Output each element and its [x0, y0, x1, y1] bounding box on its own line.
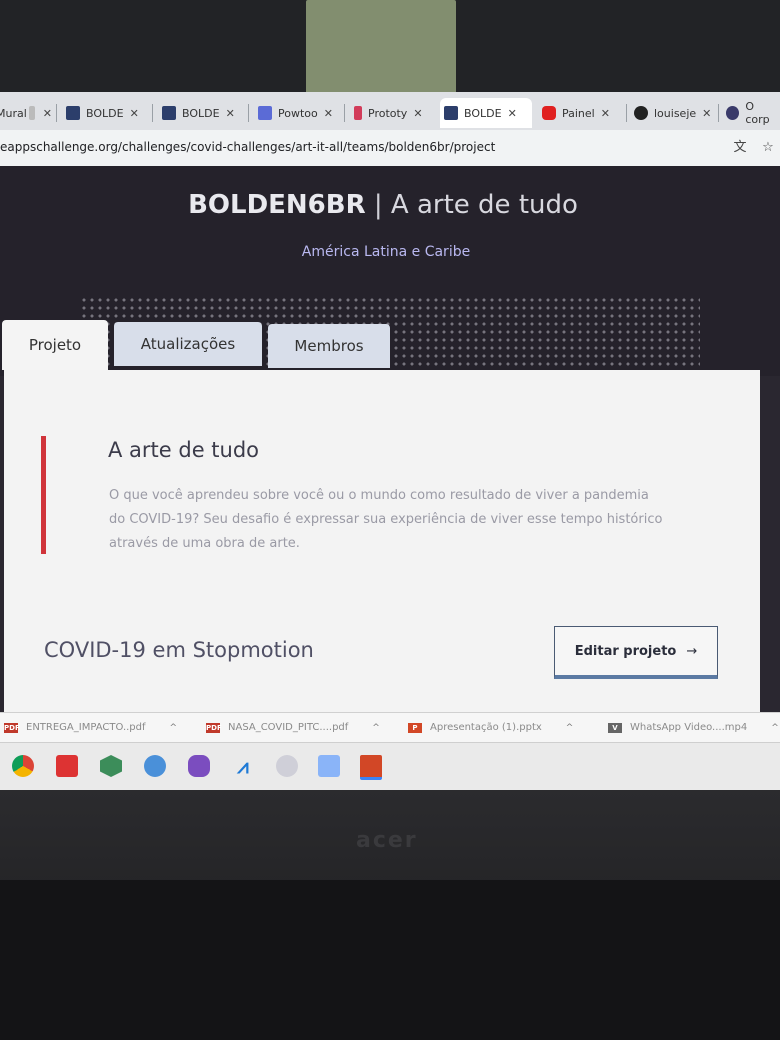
download-filename: Apresentação (1).pptx [430, 722, 542, 733]
tab-label: BOLDE [86, 106, 124, 120]
tab-membros[interactable]: Membros [268, 324, 390, 368]
browser-tab-bolden-1[interactable]: BOLDE ✕ [62, 98, 139, 128]
browser-tab-bolden-2[interactable]: BOLDE ✕ [158, 98, 235, 128]
project-name: COVID-19 em Stopmotion [44, 638, 314, 662]
download-filename: WhatsApp Video....mp4 [630, 722, 748, 733]
tab-label: BOLDE [464, 106, 502, 120]
close-tab-icon[interactable]: ✕ [324, 107, 333, 120]
record-app-icon[interactable] [56, 755, 78, 777]
chevron-up-icon[interactable]: ^ [566, 723, 574, 733]
download-item[interactable]: V WhatsApp Video....mp4 ^ [608, 722, 779, 733]
edit-project-button[interactable]: Editar projeto → [554, 626, 718, 679]
tab-atualizacoes[interactable]: Atualizações [114, 322, 262, 366]
region-label: América Latina e Caribe [301, 244, 471, 260]
taskbar: ⩘ [0, 742, 780, 790]
bookmark-star-icon[interactable]: ☆ [760, 140, 776, 156]
powerpoint-icon[interactable] [360, 755, 382, 780]
close-tab-icon[interactable]: ✕ [601, 107, 610, 120]
app-icon[interactable] [276, 755, 298, 777]
favicon-icon [444, 106, 458, 120]
youtube-icon [542, 106, 556, 120]
downloads-bar: PDF ENTREGA_IMPACTO..pdf ^ PDF NASA_COVI… [0, 712, 780, 743]
close-tab-icon[interactable]: ✕ [226, 107, 235, 120]
monitor-brand-logo: acer [356, 828, 418, 853]
challenge-name: A arte de tudo [390, 190, 578, 220]
tab-projeto-label: Projeto [28, 336, 82, 354]
desk-area [0, 880, 780, 1040]
download-item[interactable]: P Apresentação (1).pptx ^ [408, 722, 573, 733]
download-filename: NASA_COVID_PITC....pdf [228, 722, 349, 733]
edit-project-label: Editar projeto [574, 643, 677, 659]
chevron-up-icon[interactable]: ^ [771, 723, 779, 733]
team-name: BOLDEN6BR [188, 190, 366, 220]
github-icon [634, 106, 648, 120]
close-tab-icon[interactable]: ✕ [702, 107, 711, 120]
tab-label: Painel [562, 106, 595, 120]
title-separator: | [373, 190, 383, 220]
tab-membros-label: Membros [294, 337, 364, 355]
challenge-title: A arte de tudo [108, 438, 260, 462]
tab-projeto[interactable]: Projeto [2, 320, 108, 370]
pdf-file-icon: PDF [206, 722, 222, 733]
tab-label: BOLDE [182, 106, 220, 120]
tab-label: Mural [0, 106, 27, 120]
tab-separator [56, 104, 57, 122]
round-app-icon[interactable] [188, 755, 210, 777]
download-filename: ENTREGA_IMPACTO..pdf [26, 722, 146, 733]
browser-tab-github[interactable]: louiseje ✕ [630, 98, 711, 128]
hexagon-app-icon[interactable] [100, 755, 122, 777]
favicon-icon [66, 106, 80, 120]
download-item[interactable]: PDF NASA_COVID_PITC....pdf ^ [206, 722, 380, 733]
window-app-icon[interactable] [318, 755, 340, 777]
tab-label: Powtoo [278, 106, 318, 120]
url-text[interactable]: eappschallenge.org/challenges/covid-chal… [0, 140, 495, 154]
translate-icon[interactable]: 文 [732, 140, 748, 156]
tab-separator [344, 104, 345, 122]
close-tab-icon[interactable]: ✕ [508, 107, 517, 120]
sticky-note-over-webcam [306, 0, 456, 96]
close-tab-icon[interactable]: ✕ [413, 107, 422, 120]
challenge-description: O que você aprendeu sobre você ou o mund… [109, 488, 663, 551]
tab-label: louiseje [654, 106, 697, 120]
close-tab-icon[interactable]: ✕ [43, 107, 52, 120]
video-file-icon: V [608, 722, 622, 733]
browser-tab-prototype[interactable]: Prototy ✕ [350, 98, 423, 128]
tab-separator [248, 104, 249, 122]
chevron-up-icon[interactable]: ^ [372, 723, 380, 733]
chrome-icon[interactable] [12, 755, 34, 777]
project-content-card: A arte de tudo O que você aprendeu sobre… [4, 370, 760, 712]
browser-tab-bolden-active[interactable]: BOLDE ✕ [440, 98, 532, 128]
browser-tab-mural[interactable]: Mural ✕ [0, 98, 52, 128]
favicon-icon [258, 106, 272, 120]
tab-separator [152, 104, 153, 122]
screen: Mural ✕ BOLDE ✕ BOLDE ✕ Powtoo ✕ Prototy… [0, 92, 780, 790]
tab-label: O corp [745, 100, 770, 126]
download-item[interactable]: PDF ENTREGA_IMPACTO..pdf ^ [4, 722, 177, 733]
browser-tabstrip: Mural ✕ BOLDE ✕ BOLDE ✕ Powtoo ✕ Prototy… [0, 92, 780, 130]
tab-separator [626, 104, 627, 122]
pdf-file-icon: PDF [4, 722, 20, 733]
browser-tab-painel[interactable]: Painel ✕ [538, 98, 610, 128]
arrow-right-icon: → [686, 643, 698, 659]
tab-separator [718, 104, 719, 122]
favicon-icon [162, 106, 176, 120]
page-title: BOLDEN6BR | A arte de tudo [0, 190, 766, 220]
favicon-icon [354, 106, 362, 120]
close-tab-icon[interactable]: ✕ [130, 107, 139, 120]
address-bar[interactable]: eappschallenge.org/challenges/covid-chal… [0, 130, 780, 167]
favicon-icon [28, 106, 35, 120]
chevron-up-icon[interactable]: ^ [170, 723, 178, 733]
tab-atualizacoes-label: Atualizações [140, 335, 236, 353]
pptx-file-icon: P [408, 722, 422, 733]
accent-bar [41, 436, 46, 554]
browser-tab-o-corp[interactable]: O corp [722, 98, 780, 128]
favicon-icon [726, 106, 740, 120]
compass-app-icon[interactable] [144, 755, 166, 777]
tab-label: Prototy [368, 106, 408, 120]
browser-tab-powtoon[interactable]: Powtoo ✕ [254, 98, 333, 128]
vscode-icon[interactable]: ⩘ [232, 755, 254, 777]
